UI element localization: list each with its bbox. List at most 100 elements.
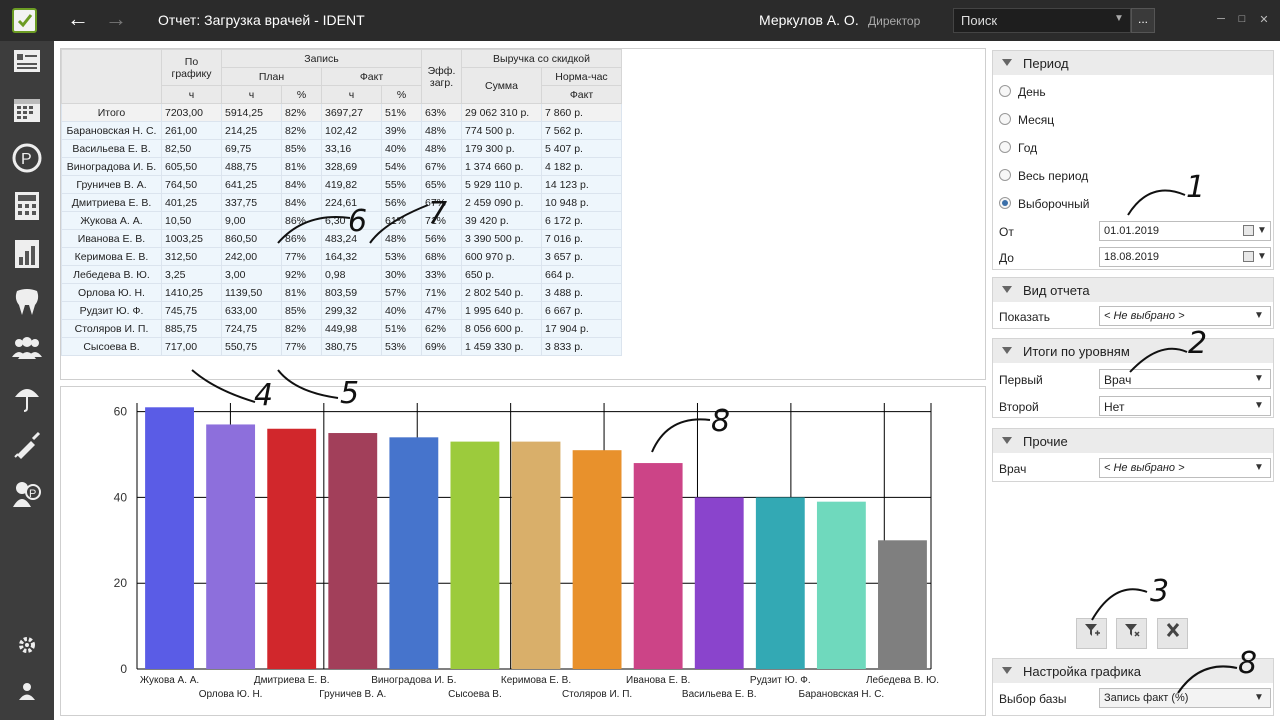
table-cell: Груничев В. А.	[61, 175, 162, 194]
table-row[interactable]: Иванова Е. В. 1003,25 860,50 86% 483,24 48% 56…	[61, 229, 622, 248]
header-fact-h[interactable]: ч	[321, 85, 382, 104]
tooth-icon[interactable]	[8, 287, 46, 323]
report-view-header[interactable]: Вид отчета	[993, 278, 1273, 302]
chevron-down-icon[interactable]: ▼	[1256, 223, 1268, 239]
chevron-down-icon[interactable]: ▼	[1250, 398, 1268, 414]
calendar-icon[interactable]	[1243, 251, 1254, 262]
minimize-icon[interactable]: ─	[1214, 13, 1228, 25]
annotation-2: 2	[1188, 326, 1208, 361]
staff-icon[interactable]	[8, 335, 46, 371]
chart-settings-header[interactable]: Настройка графика	[993, 659, 1273, 683]
chevron-down-icon[interactable]: ▼	[1250, 308, 1268, 324]
chevron-down-icon[interactable]: ▼	[1250, 690, 1268, 706]
syringe-icon[interactable]	[8, 431, 46, 467]
header-revenue[interactable]: Выручка со скидкой	[461, 49, 622, 68]
header-by-schedule[interactable]: По графику	[161, 49, 222, 86]
header-fact[interactable]: Факт	[321, 67, 422, 86]
header-record[interactable]: Запись	[221, 49, 422, 68]
table-cell: 724,75	[221, 319, 282, 338]
table-row[interactable]: Васильева Е. В. 82,50 69,75 85% 33,16 40% 48% 1…	[61, 139, 622, 158]
header-plan-h[interactable]: ч	[221, 85, 282, 104]
collapse-triangle-icon[interactable]	[1002, 347, 1012, 354]
back-arrow-icon[interactable]: ←	[66, 8, 90, 31]
remove-filter-button[interactable]	[1116, 618, 1147, 649]
total-row[interactable]: Итого 7203,00 5914,25 82% 3697,27 51% 63% 29 06…	[61, 103, 622, 122]
table-cell: 717,00	[161, 337, 222, 356]
table-cell: Васильева Е. В.	[61, 139, 162, 158]
header-norm-hour[interactable]: Норма-час	[541, 67, 622, 86]
collapse-triangle-icon[interactable]	[1002, 286, 1012, 293]
header-fact-pct[interactable]: %	[381, 85, 422, 104]
radio-day[interactable]	[999, 85, 1011, 97]
table-row[interactable]: Виноградова И. Б. 605,50 488,75 81% 328,69 54…	[61, 157, 622, 176]
table-cell: 53%	[381, 337, 422, 356]
date-to-value: 18.08.2019	[1104, 251, 1160, 263]
table-cell: 92%	[281, 265, 322, 284]
second-level-select[interactable]: Нет ▼	[1099, 396, 1271, 416]
show-select[interactable]: < Не выбрано > ▼	[1099, 306, 1271, 326]
base-select[interactable]: Запись факт (%) ▼	[1099, 688, 1271, 708]
close-icon[interactable]: ✕	[1257, 13, 1271, 26]
collapse-triangle-icon[interactable]	[1002, 59, 1012, 66]
radio-all-period[interactable]	[999, 169, 1011, 181]
table-row[interactable]: Столяров И. П. 885,75 724,75 82% 449,98 51% 62…	[61, 319, 622, 338]
levels-title: Итоги по уровням	[1023, 344, 1130, 359]
doctor-select[interactable]: < Не выбрано > ▼	[1099, 458, 1271, 478]
table-row[interactable]: Сысоева В. 717,00 550,75 77% 380,75 53% 69% 1 4…	[61, 337, 622, 356]
calendar-icon[interactable]	[1243, 225, 1254, 236]
header-plan-pct[interactable]: %	[281, 85, 322, 104]
table-row[interactable]: Жукова А. А. 10,50 9,00 86% 6,30 61% 71% 39 420…	[61, 211, 622, 230]
add-filter-button[interactable]	[1076, 618, 1107, 649]
radio-month[interactable]	[999, 113, 1011, 125]
table-row[interactable]: Барановская Н. С. 261,00 214,25 82% 102,42 39…	[61, 121, 622, 140]
user-name[interactable]: Меркулов А. О.	[759, 12, 859, 28]
collapse-triangle-icon[interactable]	[1002, 437, 1012, 444]
chevron-down-icon[interactable]: ▼	[1256, 249, 1268, 265]
first-level-select[interactable]: Врач ▼	[1099, 369, 1271, 389]
levels-header[interactable]: Итоги по уровням	[993, 339, 1273, 363]
profile-icon[interactable]	[8, 681, 46, 717]
payments-icon[interactable]: P	[8, 143, 46, 179]
header-doctor[interactable]	[61, 49, 162, 104]
to-label: До	[999, 251, 1014, 265]
table-row[interactable]: Орлова Ю. Н. 1410,25 1139,50 81% 803,59 57% 71…	[61, 283, 622, 302]
period-header[interactable]: Период	[993, 51, 1273, 75]
calculator-icon[interactable]	[8, 191, 46, 227]
table-cell: 7 562 р.	[541, 121, 622, 140]
chart-settings-section: Настройка графика Выбор базы Запись факт…	[992, 658, 1274, 716]
chevron-down-icon[interactable]: ▼	[1250, 371, 1268, 387]
table-cell: 3 657 р.	[541, 247, 622, 266]
other-header[interactable]: Прочие	[993, 429, 1273, 453]
maximize-icon[interactable]: □	[1235, 13, 1249, 25]
header-norm-fact[interactable]: Факт	[541, 85, 622, 104]
header-sum[interactable]: Сумма	[461, 67, 542, 104]
gear-icon[interactable]	[8, 635, 46, 671]
excel-export-button[interactable]	[1157, 618, 1188, 649]
umbrella-icon[interactable]	[8, 383, 46, 419]
table-row[interactable]: Рудзит Ю. Ф. 745,75 633,00 85% 299,32 40% 47% 1…	[61, 301, 622, 320]
table-row[interactable]: Дмитриева Е. В. 401,25 337,75 84% 224,61 56% 6…	[61, 193, 622, 212]
chevron-down-icon[interactable]: ▼	[1114, 13, 1124, 24]
collapse-triangle-icon[interactable]	[1002, 667, 1012, 674]
search-input[interactable]: Поиск	[953, 8, 1131, 33]
header-plan[interactable]: План	[221, 67, 322, 86]
app-logo-icon[interactable]	[12, 8, 37, 33]
header-h[interactable]: ч	[161, 85, 222, 104]
header-eff[interactable]: Эфф. загр.	[421, 49, 462, 104]
chevron-down-icon[interactable]: ▼	[1250, 460, 1268, 476]
bar	[816, 501, 866, 669]
table-cell: 62%	[421, 319, 462, 338]
calendar-icon[interactable]	[8, 95, 46, 131]
date-to-field[interactable]: 18.08.2019 ▼	[1099, 247, 1271, 267]
patient-card-icon[interactable]	[8, 49, 46, 85]
table-row[interactable]: Лебедева В. Ю. 3,25 3,00 92% 0,98 30% 33% 650 р…	[61, 265, 622, 284]
search-more-button[interactable]: ...	[1131, 8, 1155, 33]
table-row[interactable]: Керимова Е. В. 312,50 242,00 77% 164,32 53% 68…	[61, 247, 622, 266]
client-payments-icon[interactable]: P	[8, 479, 46, 515]
date-from-field[interactable]: 01.01.2019 ▼	[1099, 221, 1271, 241]
radio-custom[interactable]	[999, 197, 1011, 209]
reports-icon[interactable]	[8, 239, 46, 275]
radio-year[interactable]	[999, 141, 1011, 153]
table-row[interactable]: Груничев В. А. 764,50 641,25 84% 419,82 55% 65…	[61, 175, 622, 194]
forward-arrow-icon[interactable]: →	[104, 8, 128, 31]
